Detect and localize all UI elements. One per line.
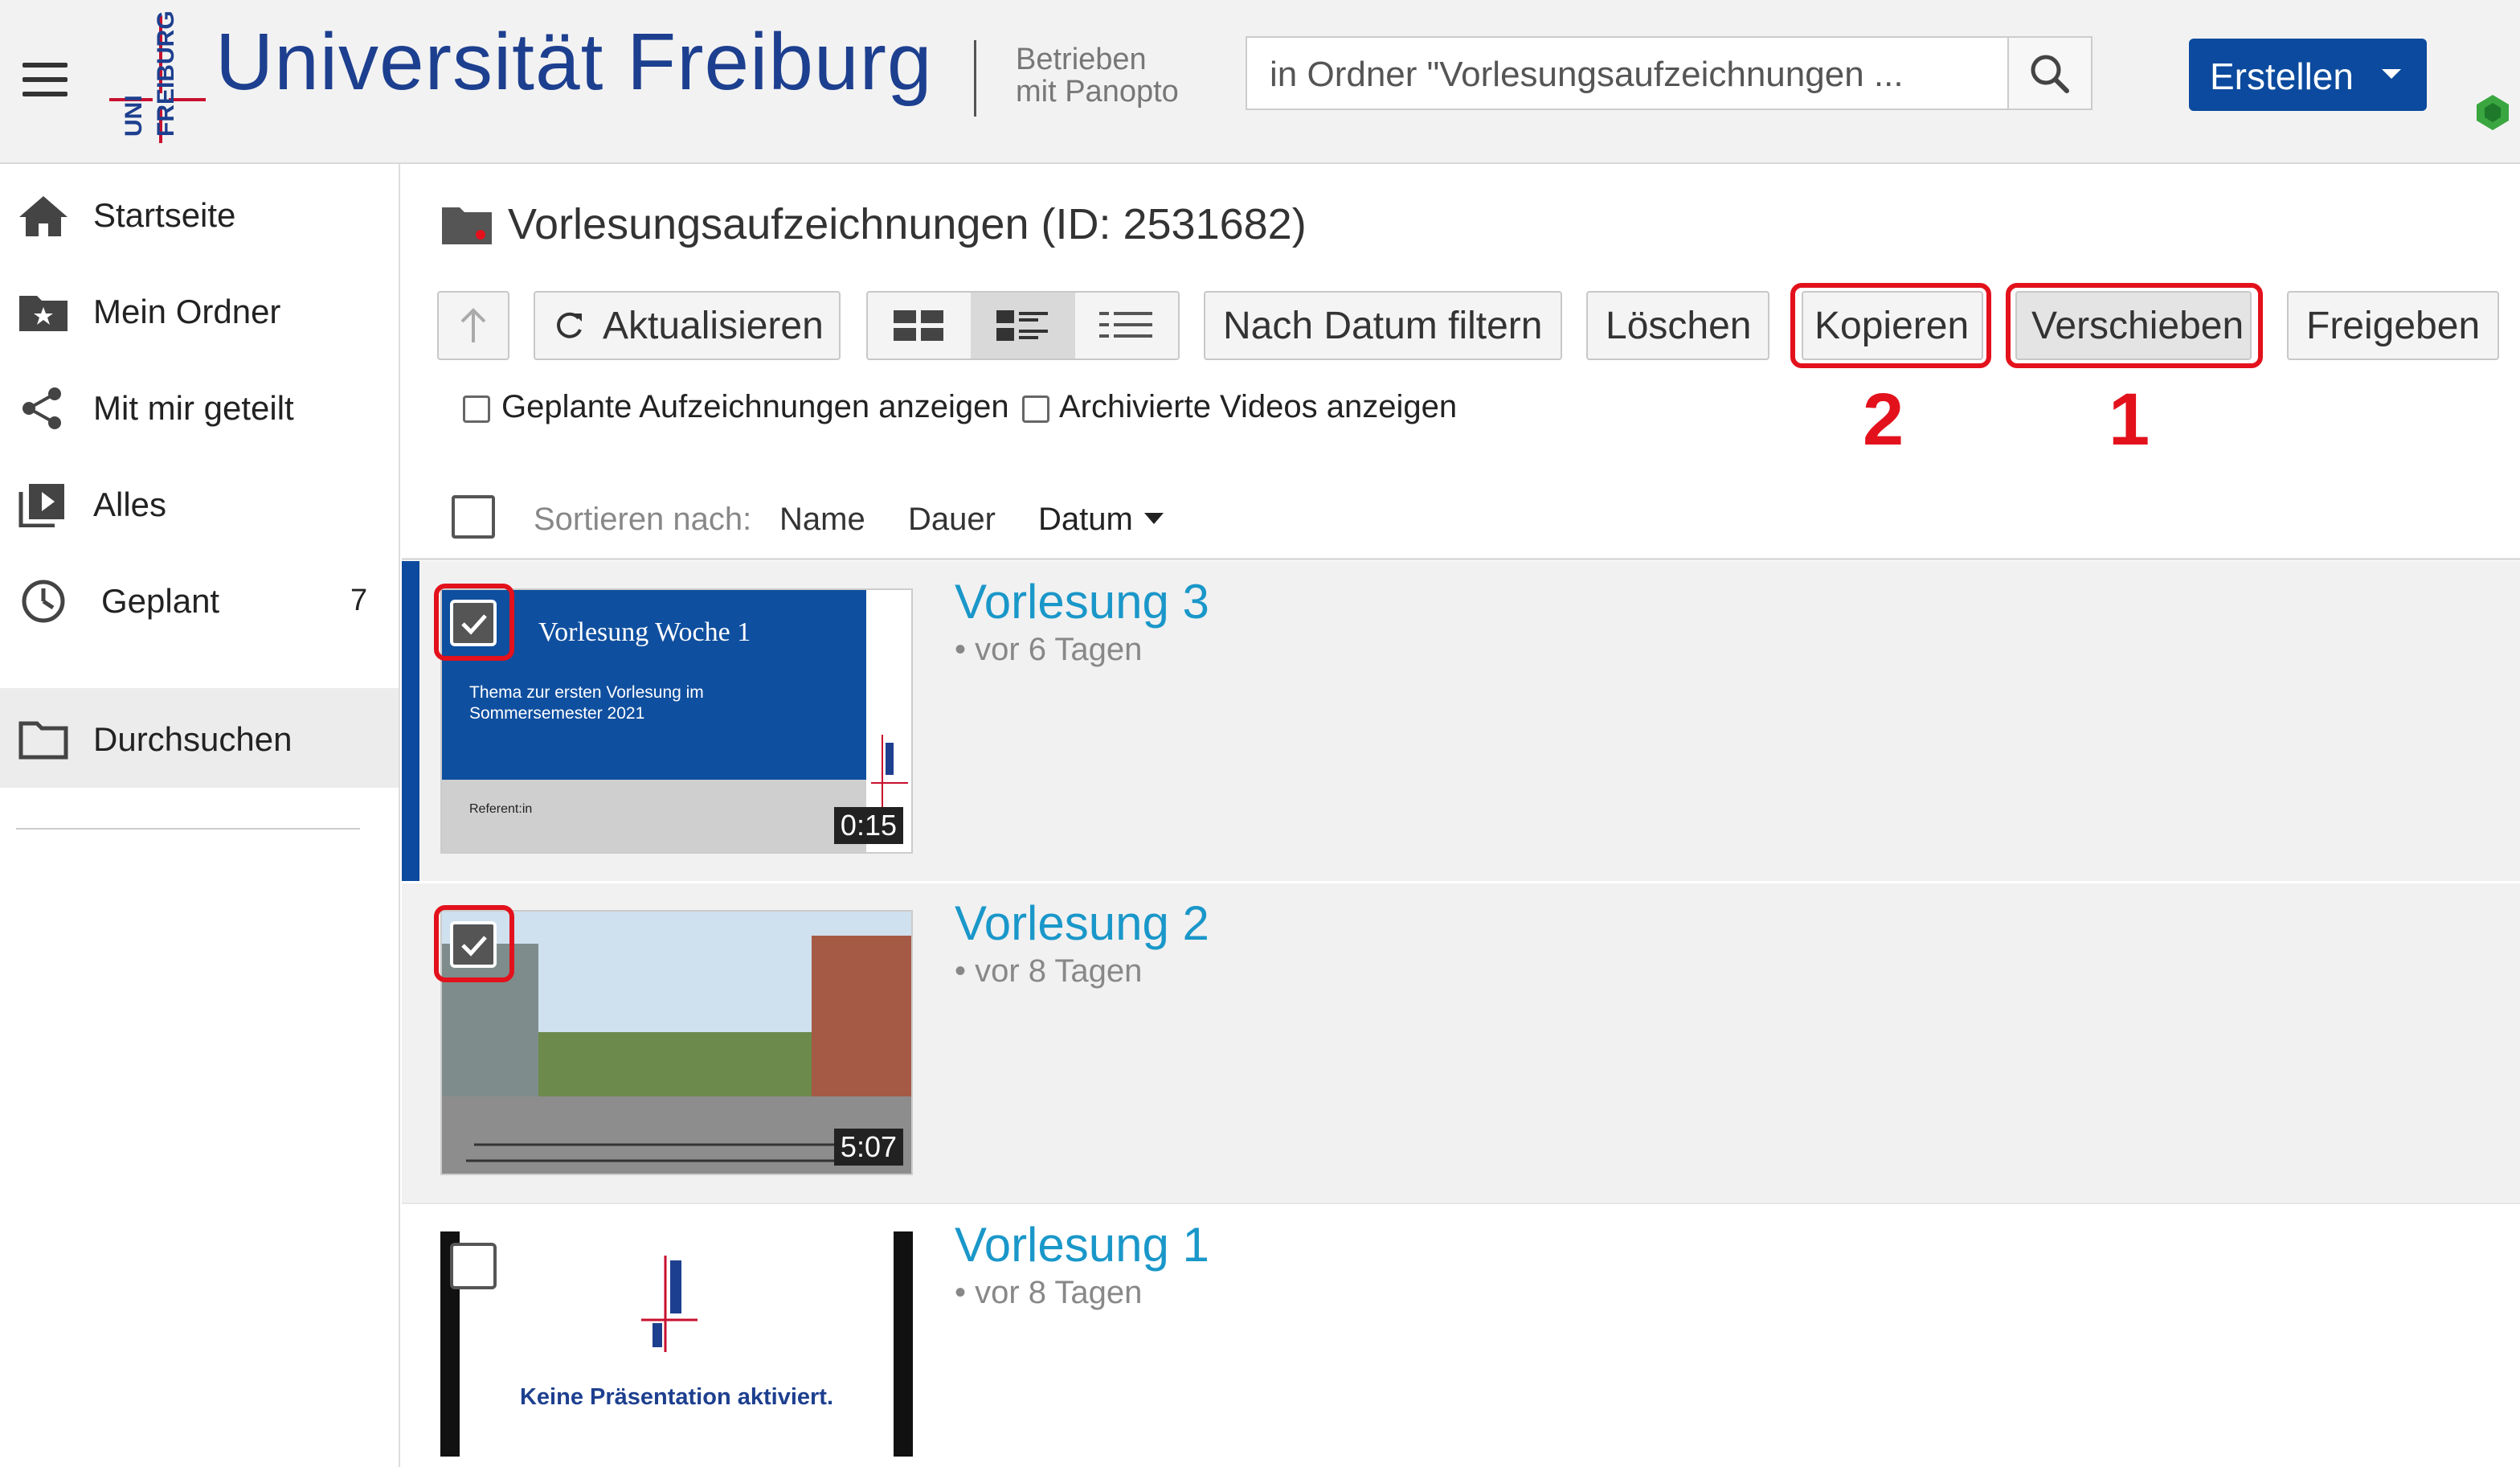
- sidebar-divider: [16, 828, 360, 830]
- show-scheduled-label[interactable]: Geplante Aufzeichnungen anzeigen: [501, 389, 1009, 425]
- filter-by-date-button[interactable]: Nach Datum filtern: [1204, 291, 1562, 360]
- sort-by-duration[interactable]: Dauer: [908, 502, 996, 538]
- sidebar-item-alles[interactable]: Alles: [0, 463, 399, 543]
- top-header: UNI FREIBURG Universität Freiburg Betrie…: [0, 0, 2520, 164]
- video-title[interactable]: Vorlesung 2: [955, 895, 1209, 951]
- video-select-checkbox[interactable]: [450, 1243, 497, 1289]
- sidebar-item-label: Mein Ordner: [93, 293, 281, 330]
- panopto-extension-icon[interactable]: [2473, 93, 2512, 132]
- search-input-value[interactable]: in Ordner "Vorlesungsaufzeichnungen ...: [1270, 55, 1904, 95]
- detail-view-button[interactable]: [971, 293, 1075, 359]
- list-view-button[interactable]: [1075, 293, 1178, 359]
- select-all-checkbox[interactable]: [452, 495, 495, 539]
- logo-text-freiburg: FREIBURG: [153, 10, 179, 137]
- refresh-icon: [557, 312, 582, 338]
- share-icon: [22, 387, 61, 429]
- create-button[interactable]: Erstellen: [2189, 39, 2427, 111]
- chevron-down-icon: [2382, 69, 2401, 79]
- share-button[interactable]: Freigeben: [2287, 291, 2499, 360]
- video-library-icon: [18, 484, 64, 527]
- no-presentation-text: Keine Präsentation aktiviert.: [519, 1384, 834, 1410]
- annotation-number-1: 1: [2109, 379, 2150, 461]
- header-divider: [974, 40, 976, 117]
- row-divider: [402, 881, 2520, 883]
- video-title[interactable]: Vorlesung 1: [955, 1217, 1209, 1272]
- show-scheduled-checkbox[interactable]: [463, 395, 490, 423]
- clock-icon: [22, 580, 65, 623]
- video-title[interactable]: Vorlesung 3: [955, 574, 1209, 629]
- sidebar-item-label: Durchsuchen: [93, 720, 292, 758]
- slide-footer-text: Referent:in: [469, 802, 533, 816]
- powered-by-line2: mit Panopto: [1016, 75, 1179, 109]
- sort-desc-icon: [1144, 513, 1164, 524]
- show-archived-checkbox[interactable]: [1022, 395, 1049, 423]
- folder-title-icon: [442, 204, 492, 244]
- refresh-button[interactable]: Aktualisieren: [534, 291, 841, 360]
- sort-label: Sortieren nach:: [534, 502, 752, 537]
- sidebar-item-label: Geplant: [101, 582, 220, 620]
- list-header-divider: [402, 558, 2520, 560]
- hamburger-menu-icon[interactable]: [22, 63, 68, 96]
- sidebar-item-geplant[interactable]: Geplant 7: [0, 559, 399, 640]
- grid-view-button[interactable]: [868, 293, 971, 359]
- powered-by-line1: Betrieben: [1016, 43, 1147, 76]
- search-button[interactable]: [2007, 36, 2092, 110]
- video-age: • vor 6 Tagen: [955, 632, 1143, 667]
- filter-by-date-label: Nach Datum filtern: [1223, 305, 1543, 347]
- up-button[interactable]: [437, 291, 509, 360]
- sidebar-item-durchsuchen[interactable]: Durchsuchen: [0, 688, 399, 788]
- video-duration: 0:15: [833, 807, 903, 844]
- sidebar-item-label: Alles: [93, 486, 167, 523]
- video-thumbnail[interactable]: Keine Präsentation aktiviert.: [440, 1231, 913, 1457]
- sort-by-name[interactable]: Name: [779, 502, 865, 538]
- annotation-number-2: 2: [1863, 379, 1904, 461]
- detail-list-icon: [996, 310, 1048, 341]
- annotation-highlight-checkbox-1: [434, 584, 514, 661]
- university-logo-icon: [641, 1256, 698, 1352]
- sidebar-item-label: Mit mir geteilt: [93, 389, 294, 427]
- search-icon: [2031, 55, 2069, 93]
- arrow-up-icon: [460, 308, 486, 342]
- logo-text-uni: UNI: [121, 95, 147, 137]
- create-button-label: Erstellen: [2210, 55, 2354, 97]
- scheduled-count-badge: 7: [350, 584, 368, 617]
- video-age: • vor 8 Tagen: [955, 1275, 1143, 1310]
- slide-heading: Vorlesung Woche 1: [538, 617, 751, 647]
- refresh-button-label: Aktualisieren: [603, 305, 824, 347]
- video-duration: 5:07: [833, 1129, 903, 1166]
- list-view-icon: [1099, 312, 1152, 338]
- video-age: • vor 8 Tagen: [955, 953, 1143, 989]
- folder-title: Vorlesungsaufzeichnungen (ID: 2531682): [508, 200, 1307, 248]
- slide-footer: [442, 780, 866, 852]
- delete-button-label: Löschen: [1606, 305, 1752, 347]
- folder-icon: [18, 721, 68, 760]
- slide-subtitle-1: Thema zur ersten Vorlesung im: [469, 683, 704, 702]
- sidebar-item-mit-mir-geteilt[interactable]: Mit mir geteilt: [0, 367, 399, 447]
- site-title[interactable]: Universität Freiburg: [215, 16, 933, 109]
- sort-by-date[interactable]: Datum: [1038, 502, 1133, 538]
- annotation-highlight-copy: [1790, 283, 1991, 368]
- view-toggle-group: [866, 291, 1180, 360]
- delete-button[interactable]: Löschen: [1586, 291, 1769, 360]
- folder-star-icon: [19, 296, 68, 331]
- powered-by-text: Betrieben mit Panopto: [1016, 43, 1179, 108]
- grid-view-icon: [894, 310, 943, 341]
- row-divider: [402, 1203, 2520, 1204]
- sidebar-item-mein-ordner-row[interactable]: Mein Ordner: [0, 270, 399, 350]
- show-archived-label[interactable]: Archivierte Videos anzeigen: [1059, 389, 1457, 425]
- sidebar: Startseite Mein Ordner Mit mir geteilt A…: [0, 164, 400, 1467]
- slide-subtitle-2: Sommersemester 2021: [469, 704, 645, 723]
- share-button-label: Freigeben: [2306, 305, 2481, 347]
- annotation-highlight-checkbox-2: [434, 905, 514, 982]
- annotation-highlight-move: [2006, 283, 2263, 368]
